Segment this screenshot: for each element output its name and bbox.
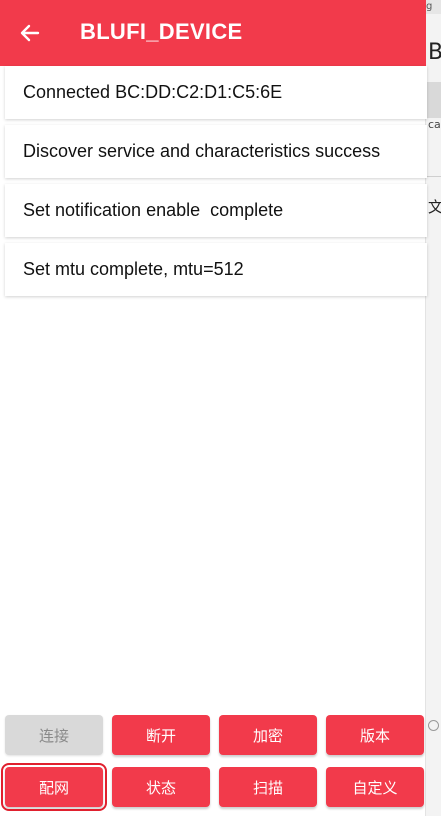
connect-button[interactable]: 连接: [5, 715, 103, 755]
encrypt-button[interactable]: 加密: [219, 715, 317, 755]
screen: g B ca 文 BLUFI_DEVICE Connected BC:DD:C2…: [0, 0, 441, 816]
background-app-circle-icon: [428, 720, 439, 731]
log-item: Connected BC:DD:C2:D1:C5:6E: [5, 66, 427, 119]
version-button[interactable]: 版本: [326, 715, 424, 755]
blufi-app: BLUFI_DEVICE Connected BC:DD:C2:D1:C5:6E…: [0, 0, 427, 816]
page-title: BLUFI_DEVICE: [80, 19, 243, 44]
background-app: g B ca 文: [426, 0, 441, 816]
background-app-divider: [426, 176, 441, 177]
action-buttons: 连接 断开 加密 版本 配网 状态 扫描 自定义: [1, 715, 425, 816]
status-button[interactable]: 状态: [112, 767, 210, 807]
background-app-char: 文: [428, 198, 441, 216]
background-app-top-text: g: [426, 0, 441, 14]
background-app-bar: [426, 82, 441, 118]
background-app-letter: B: [428, 40, 441, 65]
arrow-left-icon[interactable]: [18, 21, 42, 45]
custom-button[interactable]: 自定义: [326, 767, 424, 807]
toolbar: BLUFI_DEVICE: [0, 0, 426, 66]
log-item: Set mtu complete, mtu=512: [5, 243, 427, 296]
scan-button[interactable]: 扫描: [219, 767, 317, 807]
background-app-small-text: ca: [428, 118, 441, 131]
log-item: Discover service and characteristics suc…: [5, 125, 427, 178]
disconnect-button[interactable]: 断开: [112, 715, 210, 755]
log-item: Set notification enable complete: [5, 184, 427, 237]
log-list: Connected BC:DD:C2:D1:C5:6E Discover ser…: [5, 66, 427, 302]
configure-network-button[interactable]: 配网: [1, 763, 107, 811]
button-row-1: 连接 断开 加密 版本: [5, 715, 425, 755]
button-row-2: 配网 状态 扫描 自定义: [1, 763, 425, 811]
